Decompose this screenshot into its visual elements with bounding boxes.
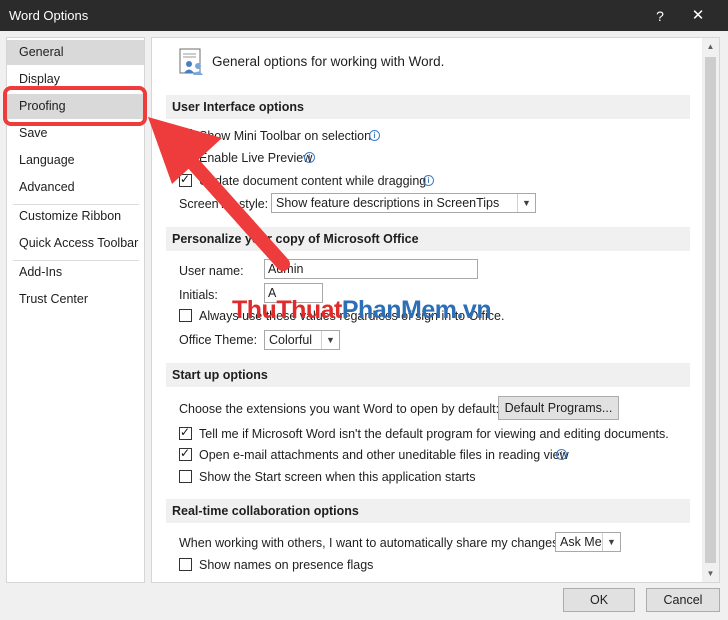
screentip-dropdown[interactable]: Show feature descriptions in ScreenTips … <box>271 193 536 213</box>
default-programs-button[interactable]: Default Programs... <box>498 396 619 420</box>
title-bar: Word Options ? ✕ <box>0 0 728 31</box>
scroll-up-icon[interactable]: ▲ <box>702 38 719 55</box>
ok-button[interactable]: OK <box>563 588 635 612</box>
watermark-part: Mem <box>401 296 457 324</box>
open-email-checkbox[interactable] <box>179 446 192 461</box>
highlight-box <box>3 86 147 126</box>
cancel-button[interactable]: Cancel <box>646 588 720 612</box>
mini-toolbar-checkbox[interactable] <box>179 127 192 142</box>
chevron-down-icon: ▼ <box>517 194 535 212</box>
nav-item-add-ins[interactable]: Add-Ins <box>7 260 144 285</box>
start-screen-label: Show the Start screen when this applicat… <box>199 470 476 484</box>
watermark-part: Phan <box>341 296 402 324</box>
info-icon[interactable]: i <box>369 130 380 141</box>
live-preview-label: Enable Live Preview <box>199 151 313 165</box>
nav-item-language[interactable]: Language <box>7 148 144 173</box>
update-content-label: Update document content while dragging <box>199 174 427 188</box>
info-icon[interactable]: i <box>304 152 315 163</box>
section-header-collaboration: Real-time collaboration options <box>166 499 690 523</box>
office-theme-dropdown[interactable]: Colorful ▼ <box>264 330 340 350</box>
username-field[interactable]: Admin <box>264 259 478 279</box>
options-people-icon <box>179 48 203 75</box>
extensions-label: Choose the extensions you want Word to o… <box>179 402 500 416</box>
section-header-startup: Start up options <box>166 363 690 387</box>
share-changes-label: When working with others, I want to auto… <box>179 536 562 550</box>
office-theme-label: Office Theme: <box>179 333 258 347</box>
chevron-down-icon: ▼ <box>321 331 339 349</box>
close-button[interactable]: ✕ <box>686 5 710 27</box>
window-title: Word Options <box>9 8 89 23</box>
nav-item-customize-ribbon[interactable]: Customize Ribbon <box>7 204 144 229</box>
chevron-down-icon: ▼ <box>602 533 620 551</box>
open-email-label: Open e-mail attachments and other unedit… <box>199 448 569 462</box>
screentip-value: Show feature descriptions in ScreenTips <box>276 196 500 210</box>
watermark-part: Thuat <box>276 296 342 324</box>
mini-toolbar-label: Show Mini Toolbar on selection <box>199 129 372 143</box>
help-button[interactable]: ? <box>648 5 672 27</box>
always-use-checkbox[interactable] <box>179 309 192 322</box>
watermark: ThuThuatPhanMem.vn <box>232 296 492 325</box>
nav-item-quick-access-toolbar[interactable]: Quick Access Toolbar <box>7 231 144 256</box>
tell-me-label: Tell me if Microsoft Word isn't the defa… <box>199 427 669 441</box>
info-icon[interactable]: i <box>556 449 567 460</box>
share-changes-value: Ask Me <box>560 535 602 549</box>
nav-item-advanced[interactable]: Advanced <box>7 175 144 200</box>
section-header-ui: User Interface options <box>166 95 690 119</box>
section-header-personalize: Personalize your copy of Microsoft Offic… <box>166 227 690 251</box>
page-title: General options for working with Word. <box>212 54 445 69</box>
presence-flags-label: Show names on presence flags <box>199 558 374 572</box>
presence-flags-checkbox[interactable] <box>179 558 192 571</box>
update-content-checkbox[interactable] <box>179 172 192 187</box>
watermark-part: .vn <box>456 296 492 324</box>
info-icon[interactable]: i <box>423 175 434 186</box>
share-changes-dropdown[interactable]: Ask Me ▼ <box>555 532 621 552</box>
vertical-scrollbar[interactable]: ▲ ▼ <box>702 38 719 582</box>
live-preview-checkbox[interactable] <box>179 149 192 164</box>
nav-item-trust-center[interactable]: Trust Center <box>7 287 144 312</box>
nav-item-general[interactable]: General <box>7 40 144 65</box>
screentip-label: ScreenTip style: <box>179 197 269 211</box>
initials-label: Initials: <box>179 288 218 302</box>
scroll-down-icon[interactable]: ▼ <box>702 565 719 582</box>
start-screen-checkbox[interactable] <box>179 470 192 483</box>
office-theme-value: Colorful <box>269 333 313 347</box>
tell-me-checkbox[interactable] <box>179 425 192 440</box>
scroll-thumb[interactable] <box>705 57 716 563</box>
username-label: User name: <box>179 264 244 278</box>
watermark-part: Thu <box>232 296 277 324</box>
